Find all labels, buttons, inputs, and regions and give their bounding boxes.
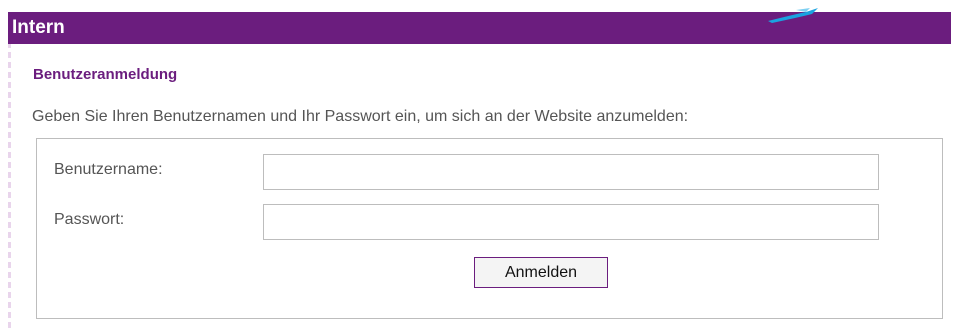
login-instructions: Geben Sie Ihren Benutzernamen und Ihr Pa…: [32, 108, 689, 125]
username-label: Benutzername:: [54, 161, 163, 178]
password-input[interactable]: [263, 204, 879, 240]
left-decorative-rule: [8, 12, 11, 332]
password-label: Passwort:: [54, 211, 125, 228]
login-submit-button[interactable]: Anmelden: [474, 257, 608, 288]
login-page: Intern Benutzeranmeldung Geben Sie Ihren…: [0, 0, 955, 332]
brand-swoosh-icon: [768, 8, 818, 23]
header-title: Intern: [12, 17, 65, 38]
section-title: Benutzeranmeldung: [33, 66, 178, 83]
username-input[interactable]: [263, 154, 879, 190]
